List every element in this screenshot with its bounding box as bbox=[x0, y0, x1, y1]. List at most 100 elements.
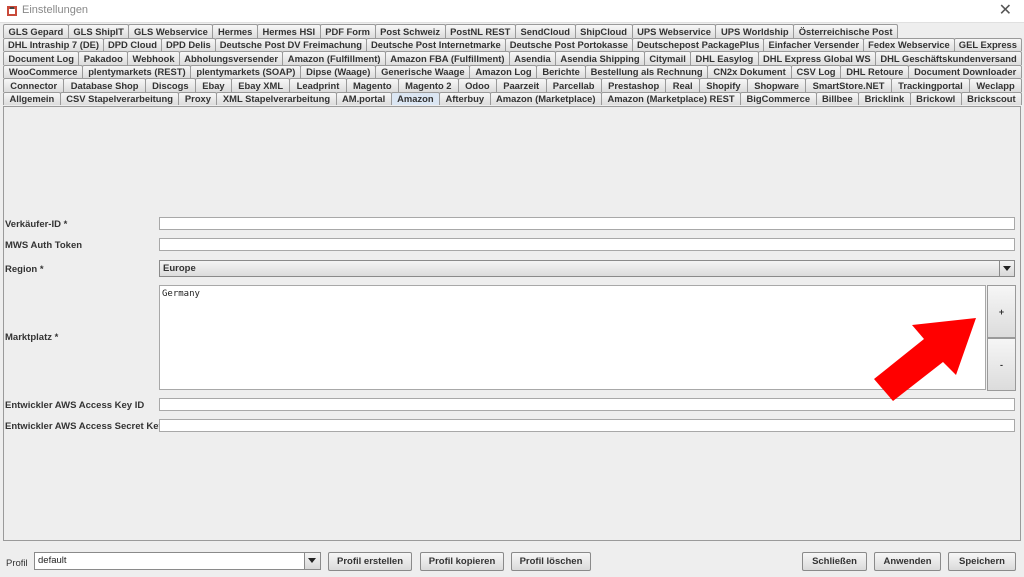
tab-proxy[interactable]: Proxy bbox=[178, 91, 218, 105]
tab-discogs[interactable]: Discogs bbox=[144, 78, 196, 92]
tab-dpd-delis[interactable]: DPD Delis bbox=[160, 37, 216, 51]
add-marketplace-button[interactable]: + bbox=[987, 285, 1016, 338]
tab-brickscout[interactable]: Brickscout bbox=[960, 91, 1023, 105]
tab-odoo[interactable]: Odoo bbox=[457, 78, 497, 92]
tab-deutsche-post-internetmarke[interactable]: Deutsche Post Internetmarke bbox=[365, 37, 506, 51]
tab-row: Allgemein CSV Stapelverarbeitung Proxy XML … bbox=[3, 91, 1023, 105]
tab-sendcloud[interactable]: SendCloud bbox=[514, 24, 576, 38]
tab-amazon-fba-fulfillment[interactable]: Amazon FBA (Fulfillment) bbox=[384, 51, 510, 65]
tab-amazon-marketplace[interactable]: Amazon (Marketplace) bbox=[489, 91, 602, 105]
tab-deutsche-post-portokasse[interactable]: Deutsche Post Portokasse bbox=[504, 37, 633, 51]
profile-value: default bbox=[38, 555, 67, 566]
tab-csv-stapelverarbeitung[interactable]: CSV Stapelverarbeitung bbox=[59, 91, 180, 105]
tab-post-schweiz[interactable]: Post Schweiz bbox=[374, 24, 446, 38]
tab-asendia-shipping[interactable]: Asendia Shipping bbox=[555, 51, 645, 65]
tab-gel-express[interactable]: GEL Express bbox=[953, 37, 1022, 51]
tab-bestellung-als-rechnung[interactable]: Bestellung als Rechnung bbox=[584, 64, 709, 78]
mws-token-field[interactable] bbox=[159, 238, 1015, 251]
tab-webhook[interactable]: Webhook bbox=[127, 51, 180, 65]
tab-ups-webservice[interactable]: UPS Webservice bbox=[631, 24, 717, 38]
tab-citymail[interactable]: Citymail bbox=[643, 51, 692, 65]
tab-dhl-retoure[interactable]: DHL Retoure bbox=[840, 64, 910, 78]
list-item[interactable]: Germany bbox=[162, 289, 200, 299]
tab-dpd-cloud[interactable]: DPD Cloud bbox=[102, 37, 162, 51]
region-select[interactable]: Europe bbox=[159, 260, 1015, 277]
tab-parcellab[interactable]: Parcellab bbox=[545, 78, 602, 92]
remove-marketplace-button[interactable]: - bbox=[987, 338, 1016, 391]
tab-amazon-fulfillment[interactable]: Amazon (Fulfillment) bbox=[282, 51, 386, 65]
tab-abholungsversender[interactable]: Abholungsversender bbox=[178, 51, 284, 65]
tab-dhl-geschäftskundenversand[interactable]: DHL Geschäftskundenversand bbox=[874, 51, 1023, 65]
tab-prestashop[interactable]: Prestashop bbox=[600, 78, 667, 92]
tab-gls-webservice[interactable]: GLS Webservice bbox=[128, 24, 214, 38]
tab-database-shop[interactable]: Database Shop bbox=[63, 78, 146, 92]
tab-leadprint[interactable]: Leadprint bbox=[289, 78, 347, 92]
tab-shopware[interactable]: Shopware bbox=[746, 78, 807, 92]
tab-plentymarkets-soap[interactable]: plentymarkets (SOAP) bbox=[190, 64, 302, 78]
tab-dhl-intraship-7-de[interactable]: DHL Intraship 7 (DE) bbox=[3, 37, 104, 51]
tab-berichte[interactable]: Berichte bbox=[536, 64, 586, 78]
tab-shopify[interactable]: Shopify bbox=[698, 78, 748, 92]
tab-einfacher-versender[interactable]: Einfacher Versender bbox=[763, 37, 865, 51]
tab-connector[interactable]: Connector bbox=[3, 78, 65, 92]
seller-id-field[interactable] bbox=[159, 217, 1015, 230]
tab-brickowl[interactable]: Brickowl bbox=[909, 91, 962, 105]
tab-amazon-marketplace-rest[interactable]: Amazon (Marketplace) REST bbox=[600, 91, 742, 105]
tab-dhl-easylog[interactable]: DHL Easylog bbox=[690, 51, 759, 65]
tab-real[interactable]: Real bbox=[665, 78, 700, 92]
tab-ebay[interactable]: Ebay bbox=[194, 78, 232, 92]
tab-woocommerce[interactable]: WooCommerce bbox=[3, 64, 84, 78]
save-button[interactable]: Speichern bbox=[948, 552, 1016, 571]
create-profile-button[interactable]: Profil erstellen bbox=[328, 552, 412, 571]
tab-österreichische-post[interactable]: Österreichische Post bbox=[793, 24, 899, 38]
tab-hermes-hsi[interactable]: Hermes HSI bbox=[256, 24, 321, 38]
tab-magento-2[interactable]: Magento 2 bbox=[397, 78, 459, 92]
tab-amazon-log[interactable]: Amazon Log bbox=[469, 64, 538, 78]
tab-cn2x-dokument[interactable]: CN2x Dokument bbox=[707, 64, 792, 78]
tab-deutsche-post-dv-freimachung[interactable]: Deutsche Post DV Freimachung bbox=[214, 37, 367, 51]
tab-document-downloader[interactable]: Document Downloader bbox=[908, 64, 1023, 78]
tab-hermes[interactable]: Hermes bbox=[212, 24, 258, 38]
tab-postnl-rest[interactable]: PostNL REST bbox=[444, 24, 516, 38]
tab-asendia[interactable]: Asendia bbox=[508, 51, 557, 65]
tab-pdf-form[interactable]: PDF Form bbox=[319, 24, 376, 38]
apply-button[interactable]: Anwenden bbox=[874, 552, 941, 571]
tab-gls-gepard[interactable]: GLS Gepard bbox=[3, 24, 69, 38]
close-button[interactable]: Schließen bbox=[802, 552, 867, 571]
copy-profile-button[interactable]: Profil kopieren bbox=[420, 552, 504, 571]
tab-row: Document Log Pakadoo Webhook Abholungsverse… bbox=[3, 51, 1023, 65]
tab-amazon[interactable]: Amazon bbox=[390, 91, 441, 105]
tab-dipse-waage[interactable]: Dipse (Waage) bbox=[300, 64, 377, 78]
tab-allgemein[interactable]: Allgemein bbox=[3, 91, 61, 105]
tab-deutschepost-packageplus[interactable]: Deutschepost PackagePlus bbox=[632, 37, 765, 51]
tab-pakadoo[interactable]: Pakadoo bbox=[78, 51, 129, 65]
marketplace-list[interactable]: Germany bbox=[159, 285, 986, 390]
profile-dropdown-button[interactable] bbox=[304, 553, 320, 569]
tab-plentymarkets-rest[interactable]: plentymarkets (REST) bbox=[82, 64, 192, 78]
tab-ups-worldship[interactable]: UPS Worldship bbox=[715, 24, 795, 38]
tab-paarzeit[interactable]: Paarzeit bbox=[495, 78, 547, 92]
tab-smartstore-net[interactable]: SmartStore.NET bbox=[805, 78, 892, 92]
tab-billbee[interactable]: Billbee bbox=[815, 91, 860, 105]
tab-afterbuy[interactable]: Afterbuy bbox=[439, 91, 491, 105]
region-dropdown-button[interactable] bbox=[999, 261, 1014, 276]
tab-trackingportal[interactable]: Trackingportal bbox=[890, 78, 971, 92]
tab-shipcloud[interactable]: ShipCloud bbox=[574, 24, 633, 38]
tab-ebay-xml[interactable]: Ebay XML bbox=[230, 78, 291, 92]
tab-xml-stapelverarbeitung[interactable]: XML Stapelverarbeitung bbox=[216, 91, 337, 105]
secret-key-field[interactable] bbox=[159, 419, 1015, 432]
tab-bigcommerce[interactable]: BigCommerce bbox=[740, 91, 817, 105]
tab-am-portal[interactable]: AM.portal bbox=[335, 91, 392, 105]
tab-weclapp[interactable]: Weclapp bbox=[969, 78, 1023, 92]
close-icon[interactable]: ✕ bbox=[999, 1, 1012, 21]
tab-fedex-webservice[interactable]: Fedex Webservice bbox=[863, 37, 955, 51]
tab-magento[interactable]: Magento bbox=[345, 78, 399, 92]
tab-dhl-express-global-ws[interactable]: DHL Express Global WS bbox=[757, 51, 876, 65]
profile-select[interactable]: default bbox=[34, 552, 321, 570]
tab-generische-waage[interactable]: Generische Waage bbox=[375, 64, 471, 78]
tab-csv-log[interactable]: CSV Log bbox=[790, 64, 842, 78]
tab-gls-shipit[interactable]: GLS ShipIT bbox=[67, 24, 130, 38]
tab-document-log[interactable]: Document Log bbox=[3, 51, 80, 65]
delete-profile-button[interactable]: Profil löschen bbox=[511, 552, 591, 571]
tab-bricklink[interactable]: Bricklink bbox=[858, 91, 911, 105]
